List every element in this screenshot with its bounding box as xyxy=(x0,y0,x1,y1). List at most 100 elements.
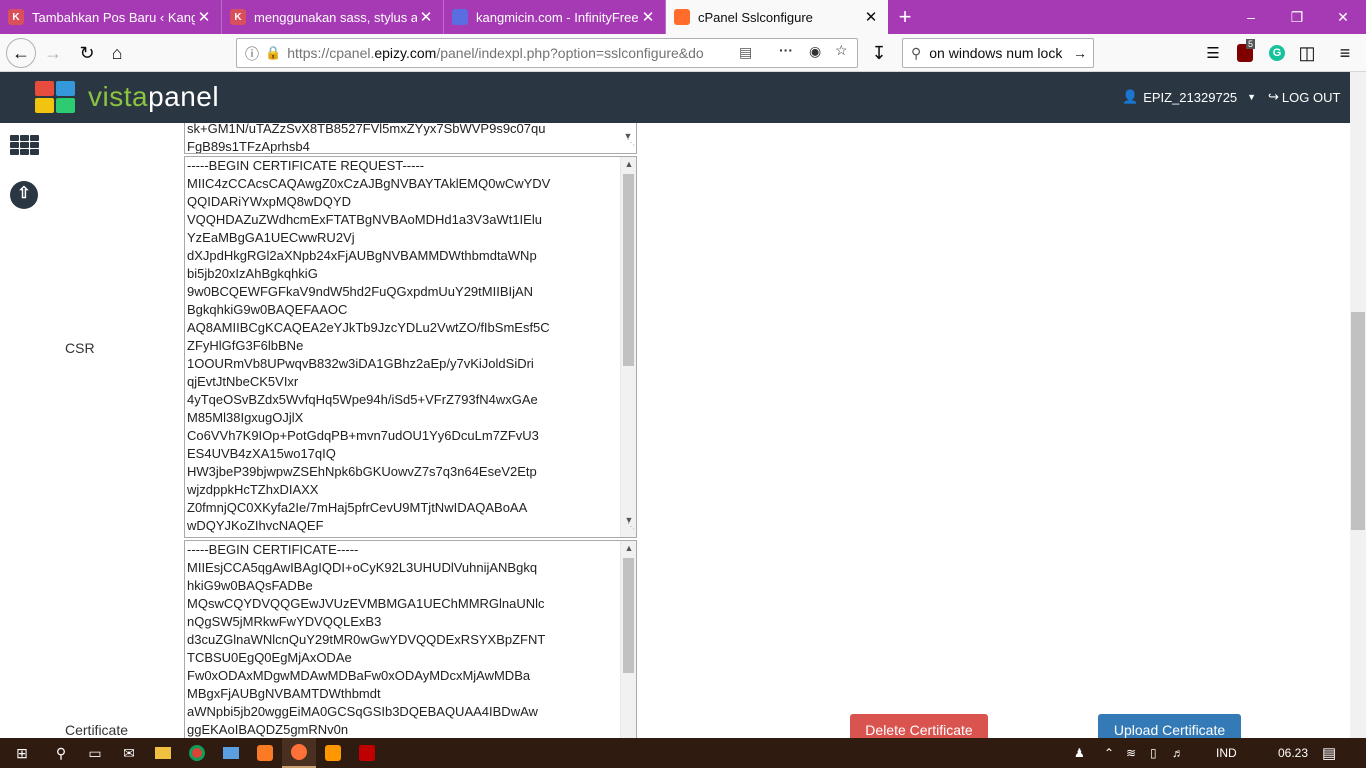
text-line: FgB89s1TFzAprhsb4 xyxy=(187,139,310,154)
text-line: aWNpbi5jb20wggEiMA0GCSqGSIb3DQEBAQUAA4IB… xyxy=(187,704,538,719)
tab-close-icon[interactable]: ✕ xyxy=(862,8,880,26)
page-actions-icon[interactable]: ··· xyxy=(779,42,793,58)
clock[interactable]: 06.23 xyxy=(1278,738,1308,768)
xampp-icon[interactable] xyxy=(248,738,282,768)
bookmark-star-icon[interactable]: ☆ xyxy=(835,42,848,59)
apps-grid-icon[interactable] xyxy=(10,135,39,155)
browser-tab[interactable]: K Tambahkan Pos Baru ‹ Kangmicin✕ xyxy=(0,0,222,34)
search-input[interactable]: on windows num lock xyxy=(929,45,1073,61)
csr-textarea[interactable]: -----BEGIN CERTIFICATE REQUEST----- MIIC4… xyxy=(184,156,637,538)
text-line: ggEKAoIBAQDZ5gmRNv0n xyxy=(187,722,349,737)
text-line: qjEvtJtNbeCK5VIxr xyxy=(187,374,299,389)
search-taskbar-icon[interactable]: ⚲ xyxy=(44,738,78,768)
navigation-bar: ← → ↻ ⌂ ⓘ 🔒 https://cpanel.epizy.com/pan… xyxy=(0,34,1366,72)
sidebar-toggle-icon[interactable]: ◫ xyxy=(1292,38,1322,68)
forward-button[interactable]: → xyxy=(38,38,68,68)
vistapanel-logo[interactable]: vistapanel xyxy=(34,80,219,114)
lock-icon: 🔒 xyxy=(265,45,282,60)
sublime-text-icon[interactable] xyxy=(316,738,350,768)
restore-button[interactable]: ❐ xyxy=(1274,0,1320,34)
windows-start-icon[interactable]: ⊞ xyxy=(0,738,44,768)
firefox-icon[interactable] xyxy=(282,738,316,768)
logout-link[interactable]: ↪ LOG OUT xyxy=(1268,89,1340,105)
text-line: 1OOURmVb8UPwqvB832w3iDA1GBhz2aEp/y7vKiJo… xyxy=(187,356,534,371)
upload-certificate-button[interactable]: Upload Certificate xyxy=(1098,714,1241,738)
task-view-icon[interactable]: ▭ xyxy=(78,738,112,768)
window-close-button[interactable]: ✕ xyxy=(1320,0,1366,34)
tab-title: menggunakan sass, stylus atau less xyxy=(254,9,417,25)
private-key-textarea[interactable]: sk+GM1N/uTAZzSvX8TB8527FVl5mxZYyx7SbWVP9… xyxy=(184,123,637,154)
filezilla-icon[interactable] xyxy=(350,738,384,768)
search-go-icon[interactable]: → xyxy=(1073,45,1087,61)
k-icon: K xyxy=(230,9,246,25)
cpanel-icon xyxy=(674,9,690,25)
url-text: https://cpanel.epizy.com/panel/indexpl.p… xyxy=(287,45,704,61)
page-scrollbar[interactable] xyxy=(1350,72,1366,738)
text-line: BgkqhkiG9w0BAQEFAAOC xyxy=(187,302,348,317)
chrome-icon[interactable] xyxy=(180,738,214,768)
battery-icon[interactable]: ▯ xyxy=(1150,738,1157,768)
pocket-icon[interactable]: ◉ xyxy=(809,43,821,60)
search-bar[interactable]: ⚲ on windows num lock → xyxy=(902,38,1094,68)
tab-title: kangmicin.com - InfinityFree xyxy=(476,9,639,25)
browser-tab[interactable]: kangmicin.com - InfinityFree ✕ xyxy=(444,0,666,34)
text-line: 9w0BCQEWFGFkaV9ndW5hd2FuQGxpdmUuY29tMIIB… xyxy=(187,284,534,299)
infinityfree-icon xyxy=(452,9,468,25)
text-line: Z0fmnjQC0XKyfa2Ie/7mHaj5pfrCevU9MTjtNwID… xyxy=(187,500,528,515)
grammarly-icon[interactable]: G xyxy=(1262,38,1292,68)
browser-tab[interactable]: cPanel Sslconfigure ✕ xyxy=(666,0,888,34)
left-sidebar: ⇧ xyxy=(0,123,50,738)
volume-icon[interactable]: ♬ xyxy=(1172,738,1184,768)
certificate-textarea[interactable]: -----BEGIN CERTIFICATE----- MIIEsjCCA5qgA… xyxy=(184,540,637,738)
file-explorer-icon[interactable] xyxy=(146,738,180,768)
home-button[interactable]: ⌂ xyxy=(102,38,132,68)
text-line: ZFyHlGfG3F6lbBNe xyxy=(187,338,304,353)
ublock-icon[interactable]: 5 xyxy=(1230,38,1260,68)
text-line: HW3jbeP39bjwpwZSEhNpk6bGKUowvZ7s7q3n64Es… xyxy=(187,464,537,479)
certificate-label: Certificate xyxy=(65,722,129,738)
language-indicator[interactable]: IND xyxy=(1216,738,1237,768)
text-line: AQ8AMIIBCgKCAQEA2eYJkTb9JzcYDLu2VwtZO/fI… xyxy=(187,320,550,335)
remote-desktop-icon[interactable] xyxy=(214,738,248,768)
text-line: d3cuZGlnaWNlcnQuY29tMR0wGwYDVQQDExRSYXBp… xyxy=(187,632,546,647)
tab-close-icon[interactable]: ✕ xyxy=(639,8,657,26)
new-tab-button[interactable]: + xyxy=(888,0,922,34)
people-icon[interactable]: ♟ xyxy=(1074,738,1085,768)
reader-view-icon[interactable]: ▤ xyxy=(739,44,752,61)
user-menu[interactable]: 👤 EPIZ_21329725 ▼ xyxy=(1122,89,1256,105)
wifi-icon[interactable]: ≋ xyxy=(1126,738,1136,768)
info-icon[interactable]: ⓘ xyxy=(245,44,259,64)
minimize-button[interactable]: – xyxy=(1228,0,1274,34)
tab-close-icon[interactable]: ✕ xyxy=(195,8,213,26)
text-line: M85Ml38IgxugOJjlX xyxy=(187,410,304,425)
tab-close-icon[interactable]: ✕ xyxy=(417,8,435,26)
delete-certificate-button[interactable]: Delete Certificate xyxy=(850,714,988,738)
text-line: hkiG9w0BAQsFADBe xyxy=(187,578,313,593)
library-icon[interactable]: ☰ xyxy=(1198,38,1228,68)
text-line: 4yTqeOSvBZdx5WvfqHq5Wpe94h/iSd5+VFrZ793f… xyxy=(187,392,538,407)
logo-text: vistapanel xyxy=(88,81,220,112)
text-line: sk+GM1N/uTAZzSvX8TB8527FVl5mxZYyx7SbWVP9… xyxy=(187,123,546,136)
text-line: QQIDARiYWxpMQ8wDQYD xyxy=(187,194,351,209)
text-line: MBgxFjAUBgNVBAMTDWthbmdt xyxy=(187,686,381,701)
text-line: bi5jb20xIzAhBgkqhkiG xyxy=(187,266,318,281)
browser-tab-strip: KTambahkan Pos Baru ‹ Kangmicin✕Kmenggun… xyxy=(0,0,1366,34)
csr-scrollbar[interactable]: ▲ ▼ xyxy=(620,157,636,537)
action-center-icon[interactable]: ▤ xyxy=(1322,738,1336,768)
downloads-icon[interactable]: ↧ xyxy=(864,38,894,68)
browser-tab[interactable]: Kmenggunakan sass, stylus atau less✕ xyxy=(222,0,444,34)
text-line: -----BEGIN CERTIFICATE REQUEST----- xyxy=(187,158,425,173)
caret-down-icon: ▼ xyxy=(1247,92,1257,102)
certificate-scrollbar[interactable]: ▲ xyxy=(620,541,636,738)
tray-chevron-icon[interactable]: ⌃ xyxy=(1104,738,1114,768)
upload-icon[interactable]: ⇧ xyxy=(10,181,38,209)
reload-button[interactable]: ↻ xyxy=(72,38,102,68)
menu-icon[interactable]: ≡ xyxy=(1330,38,1360,68)
vistapanel-header: vistapanel 👤 EPIZ_21329725 ▼ ↪ LOG OUT xyxy=(0,72,1366,123)
user-icon: 👤 xyxy=(1122,89,1139,104)
text-line: MQswCQYDVQQGEwJVUzEVMBMGA1UEChMMRGlnaUNl… xyxy=(187,596,545,611)
url-bar[interactable]: ⓘ 🔒 https://cpanel.epizy.com/panel/index… xyxy=(236,38,858,68)
mail-icon[interactable]: ✉ xyxy=(112,738,146,768)
search-icon: ⚲ xyxy=(911,44,922,61)
back-button[interactable]: ← xyxy=(6,38,36,68)
